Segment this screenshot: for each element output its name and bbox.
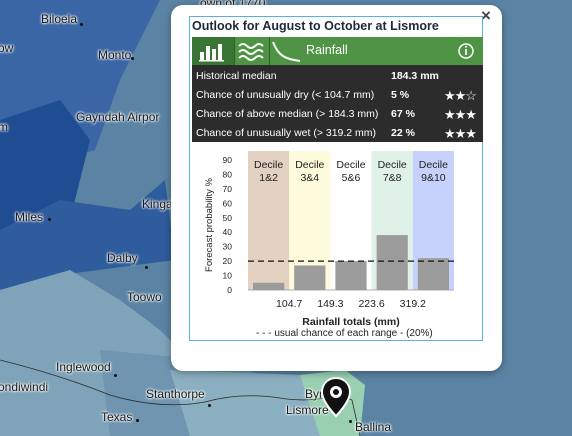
stat-value: 184.3 mm	[391, 70, 439, 82]
stat-label: Chance of above median (> 184.3 mm)	[196, 108, 379, 120]
confidence-stars-icon: ★★☆	[444, 88, 477, 103]
y-axis-label: Forecast probability %	[204, 177, 215, 272]
y-tick-label: 20	[223, 256, 233, 266]
stat-label: Chance of unusually dry (< 104.7 mm)	[196, 89, 375, 101]
bar-chart-icon	[199, 44, 224, 62]
map-label-texas: Texas	[101, 410, 133, 424]
map-label-edge-ow: ow	[0, 41, 14, 55]
popup-title: Outlook for August to October at Lismore	[192, 19, 439, 33]
tab-chart[interactable]	[192, 37, 235, 65]
decile-probability-chart: 0 10 20 30 40 50 60 70 80 90 Forecast probability …	[204, 151, 454, 328]
x-tick-label: 104.7	[276, 298, 302, 310]
x-tick-label: 319.2	[400, 298, 426, 310]
category-label: 7&8	[383, 172, 402, 184]
place-dot	[80, 23, 83, 26]
stat-row-median: Historical median 184.3 mm	[192, 67, 483, 85]
category-label: Decile	[336, 159, 365, 171]
y-tick-label: 40	[223, 227, 233, 237]
place-dot	[136, 419, 139, 422]
location-marker-icon[interactable]	[320, 376, 352, 420]
trend-curve-icon	[272, 41, 301, 62]
category-label: 9&10	[421, 172, 446, 184]
y-tick-label: 70	[223, 184, 233, 194]
bar-4	[376, 235, 408, 290]
category-label: Decile	[419, 159, 448, 171]
place-dot	[145, 266, 148, 269]
place-dot	[48, 218, 51, 221]
stat-value: 22 %	[391, 127, 415, 139]
y-tick-label: 60	[223, 198, 233, 208]
map-label-ballina: Ballina	[355, 420, 392, 434]
map-label-dalby: Dalby	[107, 251, 138, 265]
bar-5	[417, 258, 449, 290]
bar-2	[294, 265, 326, 290]
info-button[interactable]	[450, 37, 482, 65]
stat-label: Chance of unusually wet (> 319.2 mm)	[196, 127, 377, 139]
place-dot	[114, 374, 117, 377]
stat-label: Historical median	[196, 70, 277, 82]
map-label-inglewood: Inglewood	[56, 360, 111, 374]
stat-value: 5 %	[391, 89, 410, 101]
map-label-edge-m: m	[0, 120, 8, 134]
map-label-goondiwindi: ondiwindi	[0, 380, 49, 394]
y-tick-label: 10	[223, 271, 233, 281]
map-label-biloela: Biloela	[41, 12, 78, 26]
map-label-kingaroy: Kinga	[142, 197, 173, 211]
info-icon	[458, 43, 474, 59]
place-dot	[131, 57, 134, 60]
outlook-stats: Historical median 184.3 mm Chance of unu…	[192, 65, 483, 142]
confidence-stars-icon: ★★★	[444, 107, 477, 122]
category-label: Decile	[254, 159, 283, 171]
wave-icon	[238, 43, 264, 61]
category-label: Decile	[295, 159, 324, 171]
x-axis-label: Rainfall totals (mm)	[302, 316, 399, 328]
map-label-stanthorpe: Stanthorpe	[146, 387, 205, 401]
place-dot	[349, 420, 352, 423]
category-label: Decile	[378, 159, 407, 171]
stat-row-dry: Chance of unusually dry (< 104.7 mm) 5 %…	[192, 86, 483, 104]
x-tick-label: 223.6	[358, 298, 384, 310]
category-label: 3&4	[300, 172, 319, 184]
category-label: 5&6	[342, 172, 361, 184]
chart-legend: - - - usual chance of each range - (20%)	[256, 328, 433, 339]
tab-map[interactable]	[235, 37, 270, 65]
x-tick-label: 149.3	[317, 298, 343, 310]
map-label-monto: Monto	[98, 48, 132, 62]
stat-value: 67 %	[391, 108, 415, 120]
stat-row-wet: Chance of unusually wet (> 319.2 mm) 22 …	[192, 124, 483, 142]
place-dot	[208, 404, 211, 407]
bar-3	[335, 261, 367, 290]
map-label-gayndah-airport: Gayndah Airpor	[76, 110, 160, 124]
y-tick-label: 50	[223, 213, 233, 223]
map-label-toowoomba: Toowo	[127, 290, 162, 304]
y-tick-label: 0	[227, 285, 232, 295]
outlook-toolbar: Rainfall	[192, 37, 483, 65]
tab-rainfall-label: Rainfall	[306, 43, 348, 57]
stat-row-above-median: Chance of above median (> 184.3 mm) 67 %…	[192, 105, 483, 123]
y-tick-label: 30	[223, 242, 233, 252]
map-label-miles: Miles	[15, 210, 44, 224]
bar-1	[253, 282, 285, 290]
confidence-stars-icon: ★★★	[444, 126, 477, 141]
tab-rainfall[interactable]: Rainfall	[270, 37, 450, 65]
y-tick-label: 80	[223, 169, 233, 179]
category-label: 1&2	[259, 172, 278, 184]
y-tick-label: 90	[223, 155, 233, 165]
